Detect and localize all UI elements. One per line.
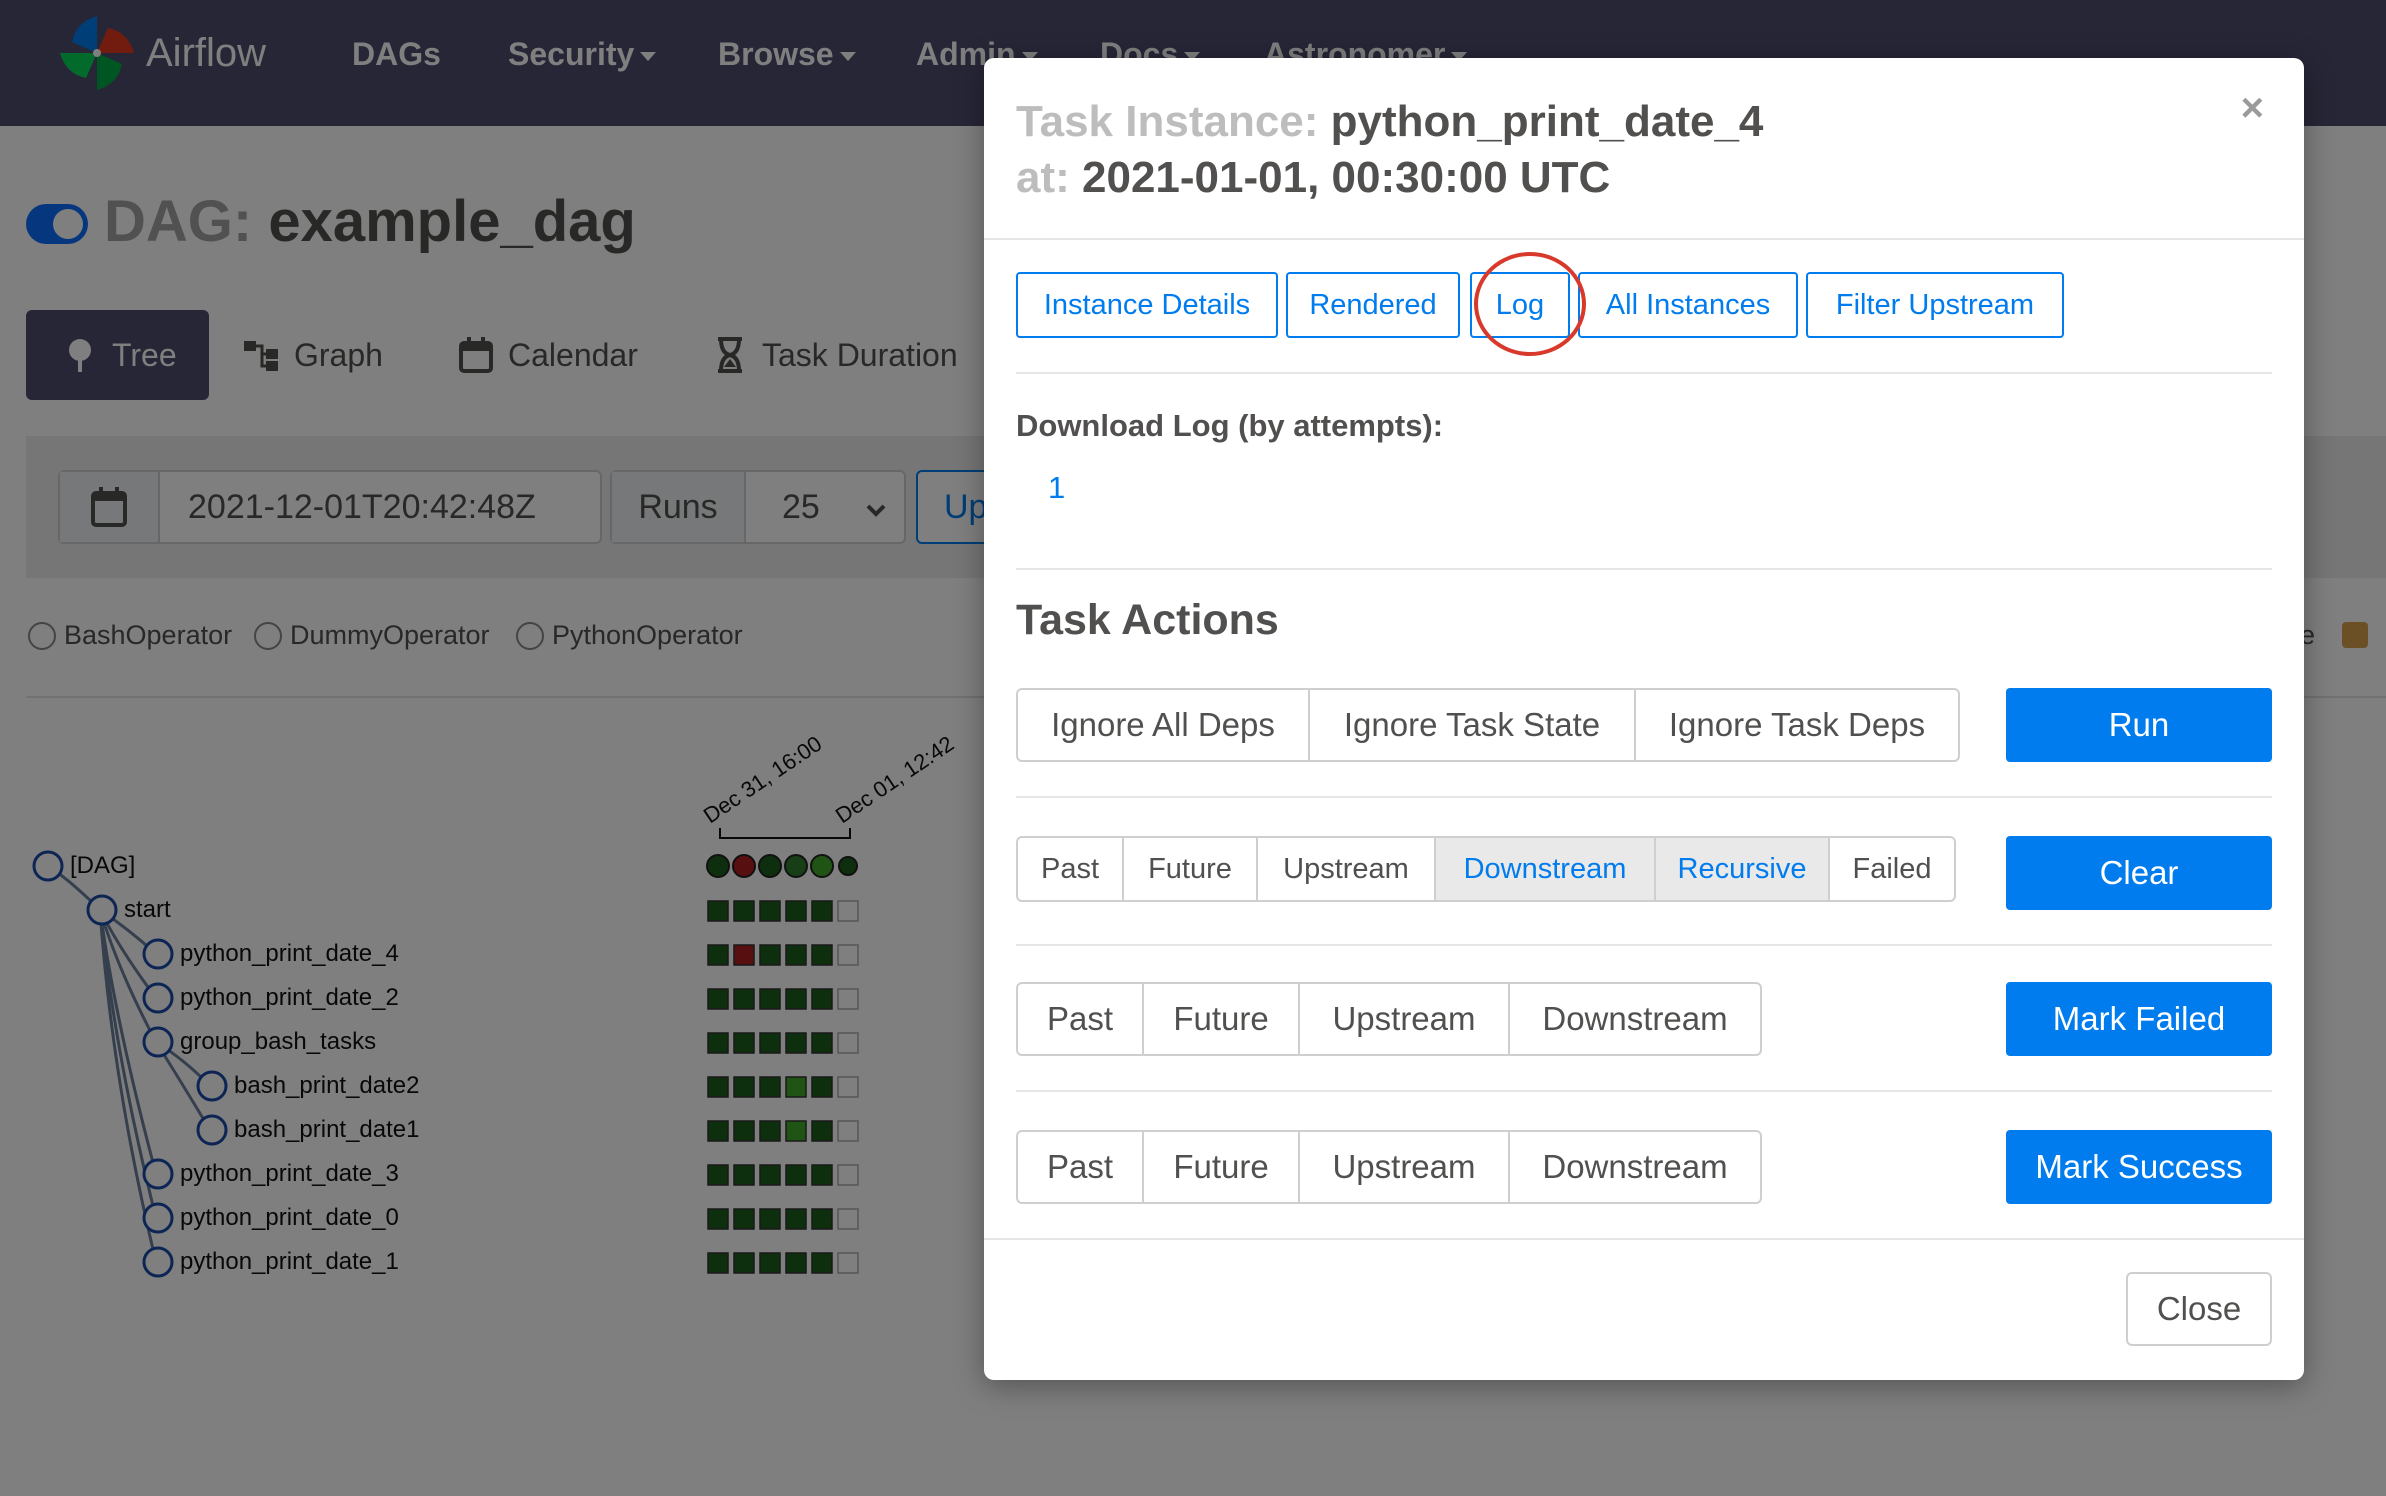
mark-failed-past-toggle[interactable]: Past [1018, 984, 1144, 1054]
mark-success-future-toggle[interactable]: Future [1144, 1132, 1300, 1202]
mark-failed-button[interactable]: Mark Failed [2006, 982, 2272, 1056]
close-button[interactable]: Close [2126, 1272, 2272, 1346]
modal-header-divider [984, 238, 2304, 240]
clear-button[interactable]: Clear [2006, 836, 2272, 910]
modal-footer-divider [984, 1238, 2304, 1240]
ignore-task-state-toggle[interactable]: Ignore Task State [1310, 690, 1636, 760]
modal-at-label: at: [1016, 153, 1070, 202]
mark-success-options-group: Past Future Upstream Downstream [1016, 1130, 1762, 1204]
mark-success-downstream-toggle[interactable]: Downstream [1510, 1132, 1760, 1202]
clear-recursive-toggle[interactable]: Recursive [1656, 838, 1830, 900]
mark-failed-options-group: Past Future Upstream Downstream [1016, 982, 1762, 1056]
clear-future-toggle[interactable]: Future [1124, 838, 1258, 900]
clear-downstream-toggle[interactable]: Downstream [1436, 838, 1656, 900]
close-icon[interactable]: × [2241, 86, 2264, 131]
mark-success-past-toggle[interactable]: Past [1018, 1132, 1144, 1202]
mark-success-button[interactable]: Mark Success [2006, 1130, 2272, 1204]
clear-options-group: Past Future Upstream Downstream Recursiv… [1016, 836, 1956, 902]
run-options-group: Ignore All Deps Ignore Task State Ignore… [1016, 688, 1960, 762]
ignore-all-deps-toggle[interactable]: Ignore All Deps [1018, 690, 1310, 760]
mark-failed-upstream-toggle[interactable]: Upstream [1300, 984, 1510, 1054]
modal-task-id: python_print_date_4 [1330, 97, 1764, 146]
download-log-label: Download Log (by attempts): [1016, 408, 1444, 443]
task-actions-title: Task Actions [1016, 596, 1279, 644]
all-instances-button[interactable]: All Instances [1578, 272, 1798, 338]
mark-success-upstream-toggle[interactable]: Upstream [1300, 1132, 1510, 1202]
divider [1016, 372, 2272, 374]
clear-past-toggle[interactable]: Past [1018, 838, 1124, 900]
modal-execution-date: 2021-01-01, 00:30:00 UTC [1082, 153, 1611, 202]
run-button[interactable]: Run [2006, 688, 2272, 762]
rendered-button[interactable]: Rendered [1286, 272, 1460, 338]
ignore-task-deps-toggle[interactable]: Ignore Task Deps [1636, 690, 1958, 760]
clear-failed-toggle[interactable]: Failed [1830, 838, 1954, 900]
mark-failed-downstream-toggle[interactable]: Downstream [1510, 984, 1760, 1054]
task-instance-modal: × Task Instance: python_print_date_4 at:… [984, 58, 2304, 1380]
divider [1016, 568, 2272, 570]
instance-details-button[interactable]: Instance Details [1016, 272, 1278, 338]
mark-failed-future-toggle[interactable]: Future [1144, 984, 1300, 1054]
divider [1016, 944, 2272, 946]
clear-upstream-toggle[interactable]: Upstream [1258, 838, 1436, 900]
divider [1016, 796, 2272, 798]
divider [1016, 1090, 2272, 1092]
modal-title: Task Instance: python_print_date_4 at: 2… [1016, 94, 1763, 206]
modal-title-label: Task Instance: [1016, 97, 1319, 146]
log-attempt-link[interactable]: 1 [1048, 470, 1065, 506]
annotation-circle [1474, 252, 1586, 356]
filter-upstream-button[interactable]: Filter Upstream [1806, 272, 2064, 338]
